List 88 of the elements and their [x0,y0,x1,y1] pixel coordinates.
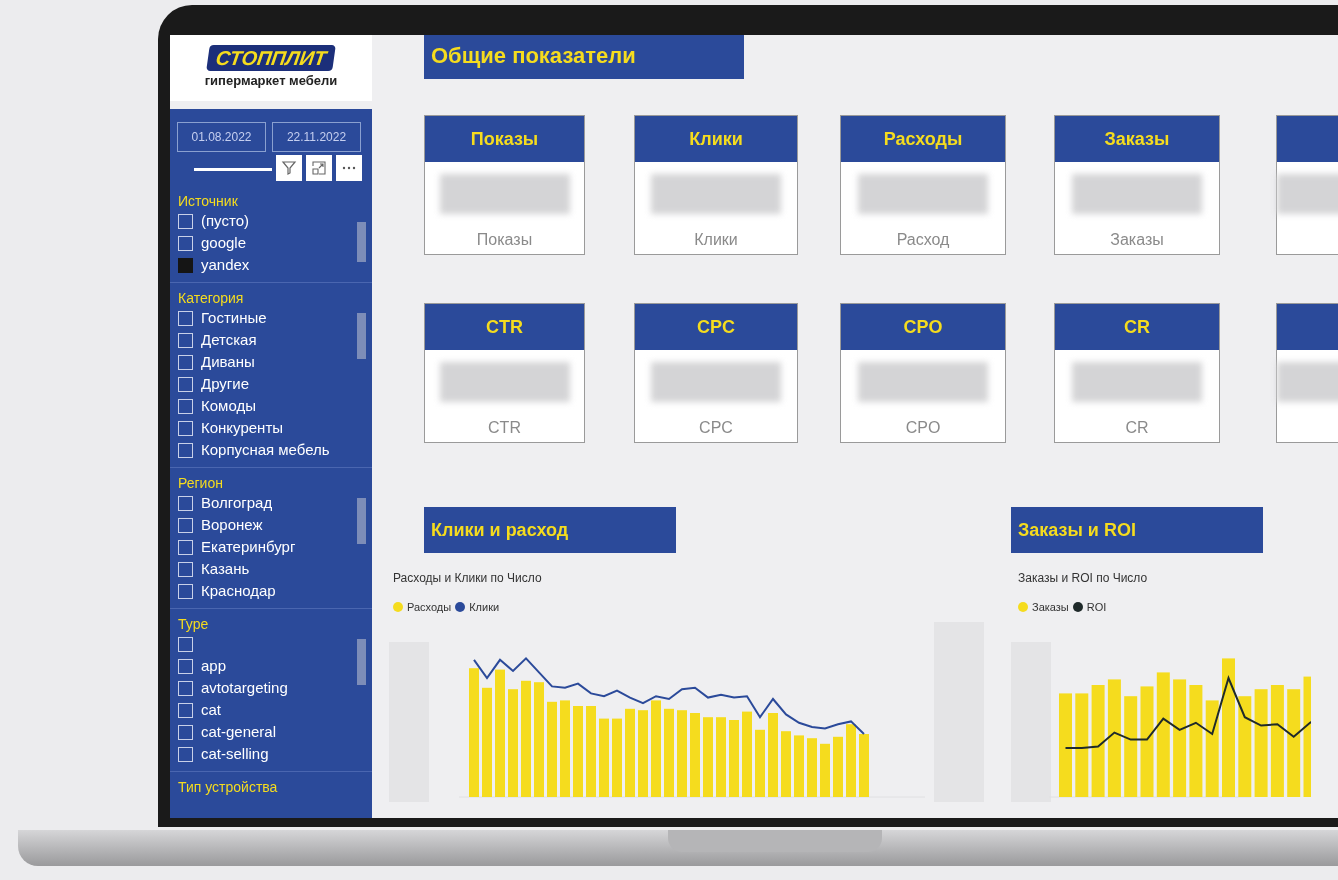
option-label: app [201,655,227,676]
filter-option[interactable]: Конкуренты [178,417,284,439]
filter-icon[interactable] [276,155,302,181]
filter-option[interactable]: Краснодар [178,580,276,602]
option-label: Волгоград [201,492,273,513]
kpi-title: Показы [425,116,584,162]
filter-option[interactable]: cat [178,699,221,721]
option-label: google [201,232,247,253]
bar [794,734,804,797]
bar [833,736,843,797]
kpi-title: Расходы [841,116,1005,162]
filter-option[interactable]: Корпусная мебель [178,439,330,461]
kpi-title: Клики [635,116,797,162]
legend-label: Клики [469,600,500,615]
kpi-caption: Клики [693,230,739,250]
option-label: cat-selling [201,743,269,764]
option-label: cat [201,699,221,720]
option-label: Корпусная мебель [201,439,330,460]
bar [755,729,765,797]
filter-option[interactable]: Воронеж [178,514,263,536]
filter-option[interactable]: cat-selling [178,743,269,765]
kpi-caption: Заказы [1109,230,1165,250]
option-label: Другие [201,373,250,394]
kpi-caption: CTR [487,418,522,438]
option-label: avtotargeting [201,677,288,698]
option-label: cat-general [201,721,277,742]
filter-option[interactable]: yandex [178,254,250,276]
filter-option[interactable]: Екатеринбург [178,536,296,558]
scrollbar-thumb[interactable] [357,498,366,544]
option-label: Гостиные [201,307,267,328]
chart-subtitle: Расходы и Клики по Число [393,570,543,587]
bar [781,730,791,797]
kpi-title: Заказы [1055,116,1219,162]
filter-option[interactable]: cat-general [178,721,277,743]
option-label: Конкуренты [201,417,284,438]
bar [859,733,869,797]
filter-option[interactable]: Детская [178,329,257,351]
checkbox[interactable] [178,257,193,273]
kpi-caption: Показы [475,230,534,250]
kpi-caption: CPC [698,418,734,438]
start-date-field[interactable]: 01.08.2022 [177,122,266,152]
filter-option[interactable]: Казань [178,558,250,580]
filter-option[interactable]: Диваны [178,351,255,373]
kpi-caption: CPO [904,418,942,438]
kpi-title: CPC [635,304,797,350]
option-label: Комоды [201,395,256,416]
option-label: Детская [201,329,257,350]
option-label: (пусто) [201,210,249,231]
kpi-caption: CR [1124,418,1150,438]
option-label: Краснодар [201,580,276,601]
option-label: Екатеринбург [201,536,296,557]
option-label: yandex [201,254,250,275]
legend-label: Расходы [407,600,452,615]
filter-option[interactable]: Другие [178,373,250,395]
kpi-caption: Расход [895,230,951,250]
option-label: Диваны [201,351,255,372]
logo-tagline: гипермаркет мебели [204,72,338,91]
page-title: Общие показатели [424,35,744,79]
option-label: Казань [201,558,250,579]
filter-option[interactable]: (пусто) [178,210,249,232]
kpi-title: CR [1055,304,1219,350]
scrollbar-thumb[interactable] [357,313,366,359]
scrollbar-thumb[interactable] [357,222,366,262]
filter-option[interactable]: app [178,655,227,677]
bar [807,737,817,797]
date-slider-track[interactable] [194,168,272,171]
kpi-title: CTR [425,304,584,350]
filter-option[interactable]: Комоды [178,395,256,417]
chart-subtitle: Заказы и ROI по Число [1018,570,1149,587]
option-label: Воронеж [201,514,263,535]
section-heading: Заказы и ROI [1011,507,1263,553]
filter-title: Тип устройства [178,778,279,796]
section-heading: Клики и расход [424,507,676,553]
filter-title: Категория [178,289,245,307]
filter-option[interactable]: google [178,232,247,254]
filter-option[interactable]: avtotargeting [178,677,288,699]
legend-label: ROI [1086,600,1107,615]
legend-label: Заказы [1032,600,1069,615]
bar [820,743,830,797]
filter-title: Источник [178,192,239,210]
filter-option[interactable]: Волгоград [178,492,273,514]
filter-title: Регион [178,474,224,492]
scrollbar-thumb[interactable] [357,639,366,685]
kpi-title: CPO [841,304,1005,350]
filter-option[interactable]: Гостиные [178,307,267,329]
filter-title: Type [178,615,210,633]
logo-wordmark: СТОППЛИТ [206,45,336,72]
end-date-field[interactable]: 22.11.2022 [272,122,361,152]
